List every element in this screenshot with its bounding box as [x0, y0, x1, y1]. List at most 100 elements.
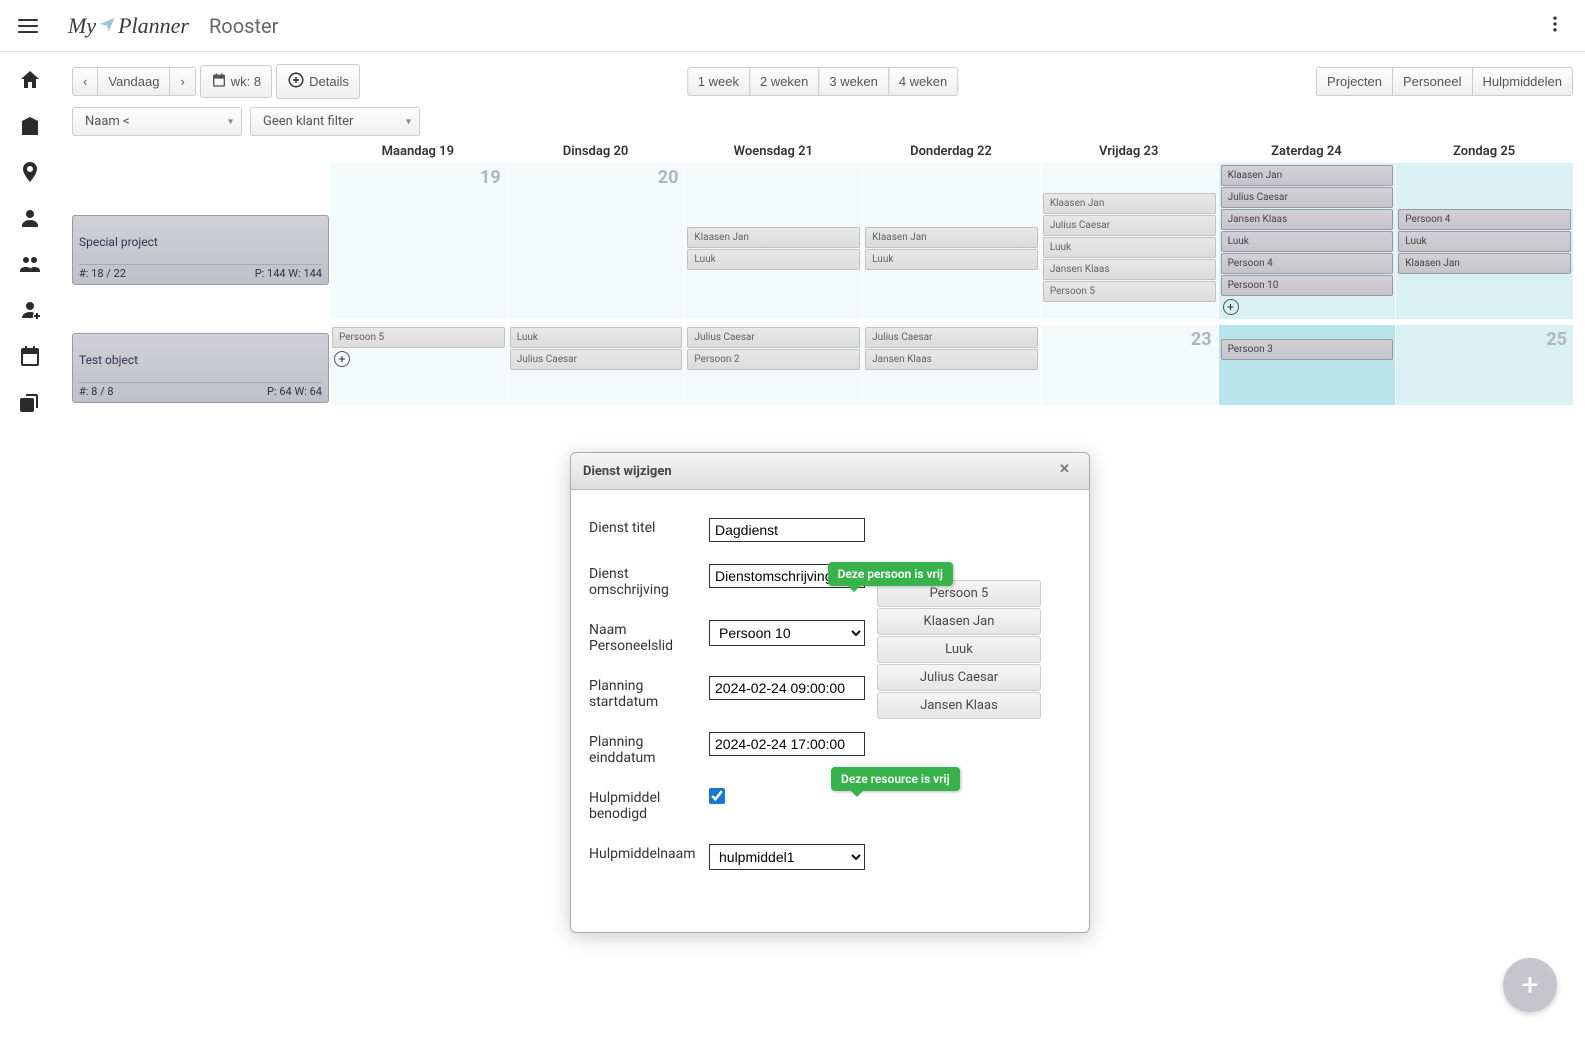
suggestion-item[interactable]: Luuk	[877, 636, 1041, 663]
copy-icon[interactable]	[18, 390, 42, 414]
tab-resources[interactable]: Hulpmiddelen	[1472, 67, 1574, 96]
close-icon[interactable]: ✕	[1059, 462, 1077, 480]
shift-chip[interactable]: Klaasen Jan	[1043, 193, 1216, 214]
day-cell[interactable]: Julius Caesar Jansen Klaas	[862, 325, 1040, 405]
dialog-title: Dienst wijzigen	[583, 464, 672, 479]
tab-personnel[interactable]: Personeel	[1392, 67, 1473, 96]
person-icon[interactable]	[18, 206, 42, 230]
more-icon[interactable]	[1545, 14, 1569, 38]
shift-chip[interactable]: Luuk	[1398, 231, 1571, 252]
person-add-icon[interactable]	[18, 298, 42, 322]
add-shift-button[interactable]: +	[1223, 299, 1239, 315]
day-number: 20	[658, 167, 679, 188]
calendar-icon[interactable]	[18, 344, 42, 368]
calendar-small-icon	[211, 72, 227, 91]
day-cell[interactable]: Luuk Julius Caesar	[507, 325, 685, 405]
range-4weeks[interactable]: 4 weken	[888, 67, 958, 96]
field-label: Dienst omschrijving	[589, 564, 709, 598]
plus-circle-icon	[287, 71, 305, 92]
today-button[interactable]: Vandaag	[97, 67, 170, 96]
shift-chip[interactable]: Luuk	[865, 249, 1038, 270]
page-title: Rooster	[209, 14, 278, 38]
shift-chip[interactable]: Klaasen Jan	[865, 227, 1038, 248]
shift-chip[interactable]: Julius Caesar	[865, 327, 1038, 348]
tab-projects[interactable]: Projecten	[1316, 67, 1393, 96]
suggestion-item[interactable]: Julius Caesar	[877, 664, 1041, 691]
shift-chip[interactable]: Persoon 5	[1043, 281, 1216, 302]
shift-chip[interactable]: Persoon 10	[1221, 275, 1394, 296]
range-group: 1 week 2 weken 3 weken 4 weken	[687, 67, 958, 96]
prev-button[interactable]: ‹	[72, 67, 98, 96]
day-cell[interactable]: Klaasen Jan Julius Caesar Luuk Jansen Kl…	[1040, 163, 1218, 319]
day-header: Zondag 25	[1395, 144, 1573, 159]
shift-chip[interactable]: Julius Caesar	[687, 327, 860, 348]
field-label: Planning einddatum	[589, 732, 709, 766]
shift-chip[interactable]: Klaasen Jan	[1398, 253, 1571, 274]
building-icon[interactable]	[18, 114, 42, 138]
week-picker-button[interactable]: wk: 8	[200, 65, 272, 98]
menu-icon[interactable]	[16, 14, 40, 38]
logo-right: Planner	[118, 13, 189, 39]
suggestion-item[interactable]: Jansen Klaas	[877, 692, 1041, 719]
project-card[interactable]: Special project #: 18 / 22 P: 144 W: 144	[72, 215, 329, 285]
shift-chip[interactable]: Persoon 4	[1398, 209, 1571, 230]
shift-chip[interactable]: Klaasen Jan	[1221, 165, 1394, 186]
add-shift-button[interactable]: +	[334, 351, 350, 367]
range-3weeks[interactable]: 3 weken	[818, 67, 888, 96]
project-pw: P: 64 W: 64	[267, 385, 322, 398]
shift-chip[interactable]: Luuk	[510, 327, 683, 348]
client-filter-dropdown[interactable]: Geen klant filter	[250, 107, 420, 136]
shift-chip[interactable]: Persoon 2	[687, 349, 860, 370]
resource-needed-checkbox[interactable]	[709, 788, 725, 804]
person-free-tooltip: Deze persoon is vrij	[828, 562, 953, 586]
project-count: #: 18 / 22	[79, 267, 126, 280]
day-cell[interactable]: Klaasen Jan Luuk	[684, 163, 862, 319]
shift-chip[interactable]: Luuk	[1221, 231, 1394, 252]
day-cell[interactable]: 20	[507, 163, 685, 319]
day-cell[interactable]: Persoon 4 Luuk Klaasen Jan	[1395, 163, 1573, 319]
shift-chip[interactable]: Persoon 4	[1221, 253, 1394, 274]
add-fab[interactable]: +	[1503, 958, 1557, 1012]
shift-title-input[interactable]	[709, 518, 865, 542]
resource-select[interactable]: hulpmiddel1	[709, 844, 865, 870]
range-1week[interactable]: 1 week	[687, 67, 750, 96]
day-header: Zaterdag 24	[1218, 144, 1396, 159]
home-icon[interactable]	[18, 68, 42, 92]
edit-shift-dialog: Dienst wijzigen ✕ Dienst titel Dienst om…	[570, 452, 1090, 933]
start-date-input[interactable]	[709, 676, 865, 700]
shift-chip[interactable]: Persoon 3	[1221, 339, 1394, 360]
shift-chip[interactable]: Klaasen Jan	[687, 227, 860, 248]
sort-dropdown[interactable]: Naam <	[72, 107, 242, 136]
project-name: Special project	[79, 235, 322, 249]
range-2weeks[interactable]: 2 weken	[749, 67, 819, 96]
field-label: Hulpmiddel benodigd	[589, 788, 709, 822]
day-cell[interactable]: 25	[1395, 325, 1573, 405]
day-cell[interactable]: 23	[1040, 325, 1218, 405]
location-icon[interactable]	[18, 160, 42, 184]
suggestion-item[interactable]: Klaasen Jan	[877, 608, 1041, 635]
shift-chip[interactable]: Jansen Klaas	[1221, 209, 1394, 230]
day-cell[interactable]: Julius Caesar Persoon 2	[684, 325, 862, 405]
shift-chip[interactable]: Jansen Klaas	[865, 349, 1038, 370]
shift-chip[interactable]: Julius Caesar	[1221, 187, 1394, 208]
day-cell[interactable]: 19	[329, 163, 507, 319]
people-icon[interactable]	[18, 252, 42, 276]
day-cell[interactable]: Klaasen Jan Luuk	[862, 163, 1040, 319]
day-number: 19	[480, 167, 501, 188]
day-cell[interactable]: Klaasen Jan Julius Caesar Jansen Klaas L…	[1218, 163, 1396, 319]
shift-chip[interactable]: Luuk	[1043, 237, 1216, 258]
shift-chip[interactable]: Julius Caesar	[1043, 215, 1216, 236]
person-select[interactable]: Persoon 10	[709, 620, 865, 646]
end-date-input[interactable]	[709, 732, 865, 756]
day-cell[interactable]: Persoon 5 +	[329, 325, 507, 405]
project-card[interactable]: Test object #: 8 / 8 P: 64 W: 64	[72, 333, 329, 403]
details-button[interactable]: Details	[276, 64, 360, 99]
paper-plane-icon	[98, 13, 116, 39]
shift-chip[interactable]: Jansen Klaas	[1043, 259, 1216, 280]
next-button[interactable]: ›	[169, 67, 195, 96]
day-header: Vrijdag 23	[1040, 144, 1218, 159]
day-cell[interactable]: Persoon 3	[1218, 325, 1396, 405]
shift-chip[interactable]: Julius Caesar	[510, 349, 683, 370]
shift-chip[interactable]: Luuk	[687, 249, 860, 270]
shift-chip[interactable]: Persoon 5	[332, 327, 505, 348]
